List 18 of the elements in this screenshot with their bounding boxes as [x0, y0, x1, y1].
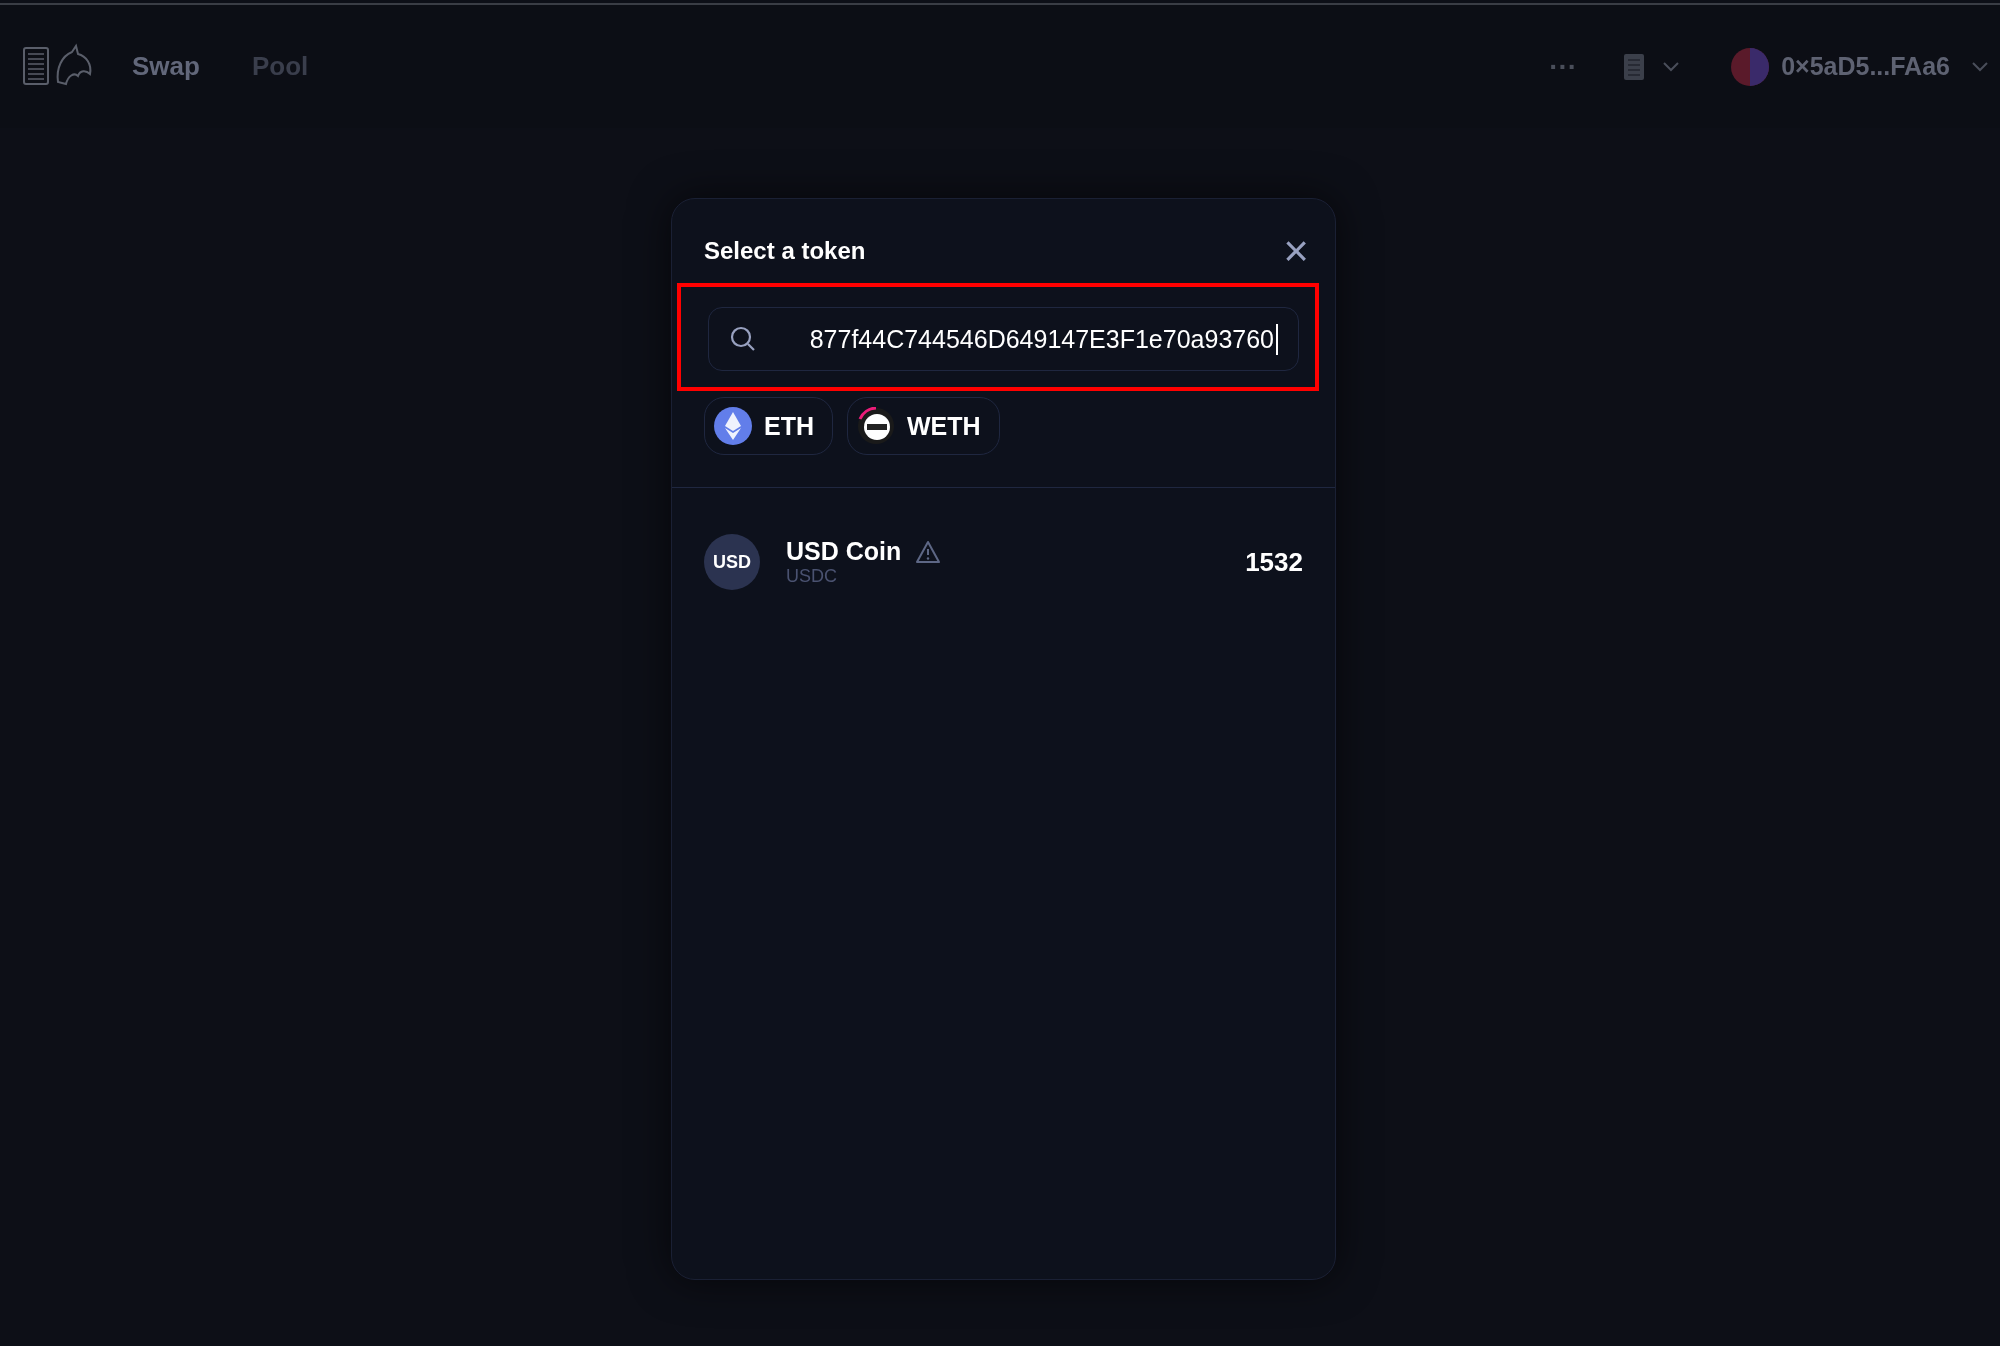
token-logo-icon — [857, 407, 895, 445]
chevron-down-icon — [1970, 60, 1990, 73]
token-balance: 1532 — [1245, 546, 1303, 578]
network-selector[interactable] — [1621, 51, 1682, 82]
ethereum-logo-icon — [714, 407, 752, 445]
token-chip[interactable]: ETH — [704, 397, 833, 455]
search-field[interactable]: 877f44C744546D649147E3F1e70a93760 — [708, 307, 1299, 371]
token-row[interactable]: USD USD Coin USDC 1532 — [672, 488, 1335, 590]
dialog-title: Select a token — [704, 237, 866, 265]
avatar-icon — [1731, 47, 1770, 86]
token-logo: USD — [704, 534, 760, 590]
search-icon — [729, 325, 757, 353]
chevron-down-icon — [1661, 60, 1682, 73]
close-button[interactable]: × — [1283, 231, 1309, 271]
token-symbol: USDC — [786, 566, 838, 587]
token-chip[interactable]: WETH — [847, 397, 1000, 455]
wallet-address: 0×5aD5...FAa6 — [1781, 52, 1950, 81]
token-name: USD Coin — [786, 537, 902, 566]
